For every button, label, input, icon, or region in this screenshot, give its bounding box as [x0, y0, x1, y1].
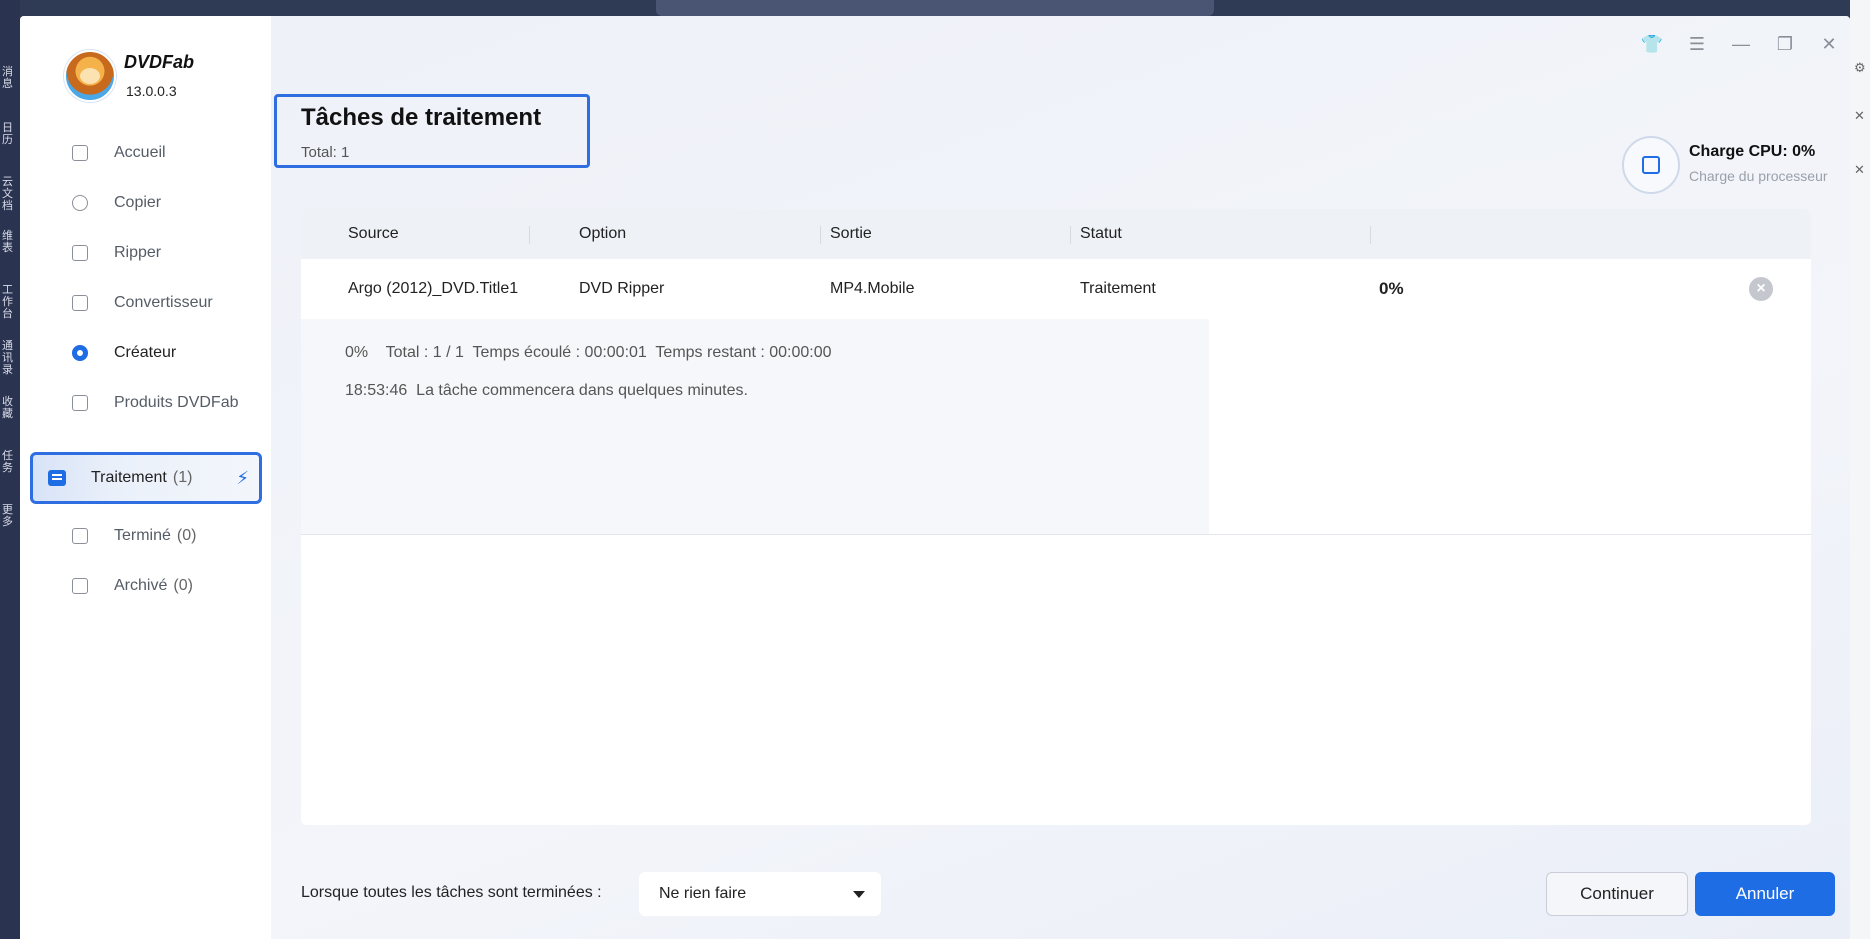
cancel-button[interactable]: Annuler [1695, 872, 1835, 916]
strip-label: 消息 [2, 66, 13, 90]
minimize-icon[interactable]: — [1727, 30, 1755, 58]
strip-label: 维表 [2, 230, 13, 254]
desktop-left-strip: 消息 日历 云文档 维表 工作台 通讯录 收藏 任务 更多 [0, 0, 20, 939]
caret-down-icon [853, 891, 865, 898]
when-done-label: Lorsque toutes les tâches sont terminées… [301, 884, 602, 901]
table-header: Source Option Sortie Statut [301, 209, 1811, 259]
continue-button[interactable]: Continuer [1546, 872, 1688, 916]
column-header-source: Source [348, 225, 399, 242]
sidebar-item-ripper[interactable]: Ripper [50, 233, 270, 273]
task-total: Total: 1 [301, 144, 350, 161]
strip-label: 收藏 [2, 396, 13, 420]
app-version: 13.0.0.3 [126, 83, 177, 99]
column-header-sortie: Sortie [830, 225, 872, 242]
sidebar-item-label: Accueil [114, 144, 166, 161]
ripper-icon [70, 243, 90, 263]
brand-name: DVDFab [124, 52, 195, 72]
log-line: 18:53:46 La tâche commencera dans quelqu… [345, 382, 748, 399]
task-details: 0% Total : 1 / 1 Temps écoulé : 00:00:01… [301, 319, 1209, 534]
row-divider [301, 534, 1811, 535]
restore-icon[interactable]: ❐ [1771, 30, 1799, 58]
cell-status: Traitement [1080, 280, 1156, 297]
remove-task-icon[interactable]: × [1749, 277, 1773, 301]
when-done-value: Ne rien faire [659, 885, 747, 902]
archive-icon [70, 576, 90, 596]
sidebar-item-label: Archivé [114, 577, 168, 594]
item-count: (0) [176, 527, 197, 544]
column-separator [1370, 226, 1371, 244]
sidebar-item-label: Créateur [114, 344, 177, 361]
close-icon: ✕ [1854, 108, 1865, 123]
sidebar-item-convertisseur[interactable]: Convertisseur [50, 283, 270, 323]
disc-icon [70, 343, 90, 363]
strip-label: 工作台 [2, 284, 13, 320]
column-separator [529, 226, 530, 244]
lightning-icon: ⚡ [236, 467, 249, 488]
cpu-chip-icon [1642, 156, 1660, 174]
sidebar-item-archive[interactable]: Archivé (0) [50, 566, 270, 606]
when-done-select[interactable]: Ne rien faire [639, 872, 881, 916]
cell-output: MP4.Mobile [830, 280, 915, 297]
cell-percent: 0% [1379, 279, 1404, 298]
page-title: Tâches de traitement [301, 104, 542, 131]
home-icon [70, 143, 90, 163]
strip-label: 云文档 [2, 176, 13, 212]
strip-label: 通讯录 [2, 340, 13, 376]
close-icon: ✕ [1854, 162, 1865, 177]
cell-source: Argo (2012)_DVD.Title1 [348, 280, 519, 297]
dvdfab-window: DVDFab 13.0.0.3 Accueil Copier Ripper Co… [20, 16, 1850, 939]
item-count: (1) [172, 469, 193, 486]
sidebar-item-label: Produits DVDFab [114, 394, 239, 411]
strip-label: 任务 [2, 450, 13, 474]
column-separator [820, 226, 821, 244]
cpu-load: Charge CPU: 0% [1689, 143, 1816, 160]
column-header-statut: Statut [1080, 225, 1122, 242]
table-row[interactable]: Argo (2012)_DVD.Title1 DVD Ripper MP4.Mo… [301, 259, 1811, 319]
clipboard-check-icon [70, 526, 90, 546]
cpu-indicator [1622, 136, 1680, 194]
sidebar-item-copier[interactable]: Copier [50, 183, 270, 223]
box-icon [70, 393, 90, 413]
desktop-right-strip: ⚙ ✕ ✕ [1850, 0, 1870, 939]
menu-icon[interactable]: ☰ [1683, 30, 1711, 58]
strip-label: 日历 [2, 122, 13, 146]
cpu-load-subtitle: Charge du processeur [1689, 168, 1828, 184]
sidebar-item-createur[interactable]: Créateur [50, 333, 270, 373]
sidebar-item-produits[interactable]: Produits DVDFab [50, 383, 270, 423]
task-table: Source Option Sortie Statut Argo (2012)_… [301, 209, 1811, 825]
strip-label: 更多 [2, 504, 13, 528]
copy-icon [70, 193, 90, 213]
column-header-option: Option [579, 225, 627, 242]
sidebar-item-label: Terminé [114, 527, 171, 544]
sidebar-item-label: Convertisseur [114, 294, 213, 311]
desktop-search-bar[interactable] [656, 0, 1214, 16]
film-icon [70, 293, 90, 313]
task-list-icon [47, 468, 67, 488]
gear-icon: ⚙ [1854, 60, 1866, 75]
dvdfab-logo [64, 50, 116, 102]
sidebar-item-label: Copier [114, 194, 162, 211]
sidebar-item-traitement[interactable]: Traitement (1) ⚡ [30, 452, 262, 504]
column-separator [1070, 226, 1071, 244]
sidebar-item-termine[interactable]: Terminé (0) [50, 516, 270, 556]
close-icon[interactable]: ✕ [1815, 30, 1843, 58]
sidebar-item-accueil[interactable]: Accueil [50, 133, 270, 173]
item-count: (0) [173, 577, 193, 594]
sidebar: DVDFab 13.0.0.3 Accueil Copier Ripper Co… [20, 16, 271, 939]
cell-option: DVD Ripper [579, 280, 665, 297]
skin-icon[interactable]: 👕 [1638, 30, 1666, 58]
main-content: 👕 ☰ — ❐ ✕ Tâches de traitement Total: 1 … [271, 16, 1850, 939]
sidebar-item-label: Ripper [114, 244, 162, 261]
sidebar-item-label: Traitement [91, 469, 167, 486]
progress-line: 0% Total : 1 / 1 Temps écoulé : 00:00:01… [345, 344, 832, 361]
